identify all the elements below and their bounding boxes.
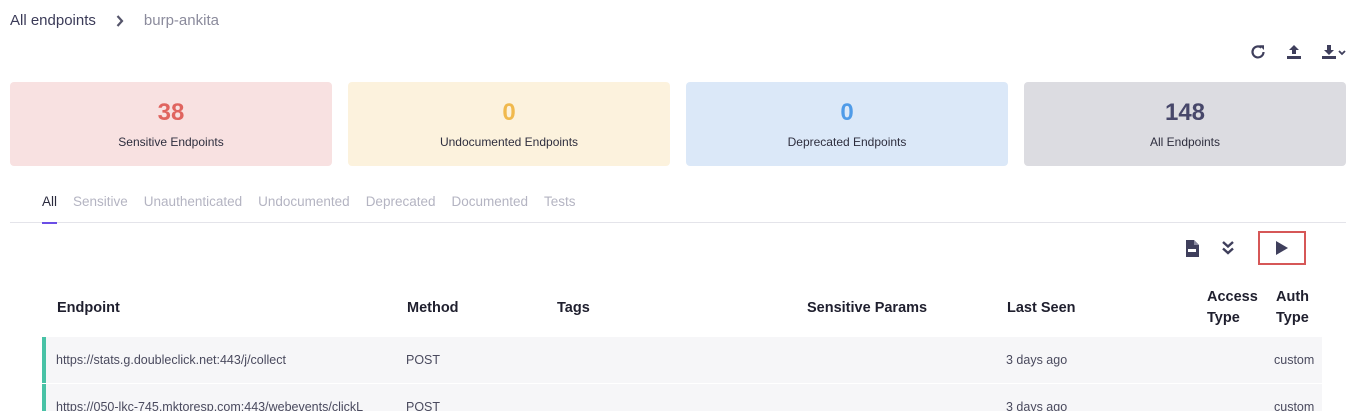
all-endpoints-count: 148 bbox=[1164, 99, 1206, 126]
run-tests-button[interactable] bbox=[1258, 231, 1306, 265]
endpoint-filter-tabs: All Sensitive Unauthenticated Undocument… bbox=[10, 194, 1346, 224]
table-row[interactable]: https://050-lkc-745.mktoresp.com:443/web… bbox=[42, 384, 1322, 411]
endpoint-url[interactable]: https://050-lkc-745.mktoresp.com:443/web… bbox=[56, 384, 396, 411]
endpoint-method: POST bbox=[406, 400, 441, 411]
column-header-auth-type[interactable]: Auth Type bbox=[1276, 280, 1322, 336]
api-collection-page: All endpoints burp-ankita 38 Sensitive E… bbox=[0, 0, 1358, 411]
endpoint-auth-type: custom bbox=[1274, 400, 1315, 411]
summary-cards: 38 Sensitive Endpoints 0 Undocumented En… bbox=[10, 82, 1346, 166]
column-header-tags[interactable]: Tags bbox=[557, 280, 590, 336]
endpoints-table-header: Endpoint Method Tags Sensitive Params La… bbox=[42, 280, 1322, 336]
column-header-method[interactable]: Method bbox=[407, 280, 459, 336]
tab-sensitive[interactable]: Sensitive bbox=[73, 194, 128, 223]
endpoint-last-seen: 3 days ago bbox=[1006, 400, 1068, 411]
breadcrumb: All endpoints burp-ankita bbox=[10, 12, 219, 29]
chevron-right-icon bbox=[116, 14, 124, 27]
tab-tests[interactable]: Tests bbox=[544, 194, 576, 223]
column-header-last-seen[interactable]: Last Seen bbox=[1007, 280, 1076, 336]
breadcrumb-all-endpoints[interactable]: All endpoints bbox=[10, 12, 96, 29]
undocumented-endpoints-label: Undocumented Endpoints bbox=[439, 135, 579, 149]
endpoint-auth-type: custom bbox=[1274, 353, 1315, 367]
tab-deprecated[interactable]: Deprecated bbox=[366, 194, 436, 223]
tab-documented[interactable]: Documented bbox=[451, 194, 528, 223]
sensitive-endpoints-label: Sensitive Endpoints bbox=[118, 135, 224, 149]
deprecated-endpoints-card[interactable]: 0 Deprecated Endpoints bbox=[686, 82, 1008, 166]
tab-unauthenticated[interactable]: Unauthenticated bbox=[144, 194, 242, 223]
undocumented-endpoints-count: 0 bbox=[502, 99, 516, 126]
collapse-all-icon[interactable] bbox=[1216, 234, 1240, 262]
refresh-icon[interactable] bbox=[1248, 42, 1268, 62]
endpoint-method: POST bbox=[406, 353, 441, 367]
endpoint-last-seen: 3 days ago bbox=[1006, 353, 1068, 367]
all-endpoints-label: All Endpoints bbox=[1149, 135, 1221, 149]
all-endpoints-card[interactable]: 148 All Endpoints bbox=[1024, 82, 1346, 166]
column-header-access-type[interactable]: Access Type bbox=[1207, 280, 1269, 336]
breadcrumb-current-collection: burp-ankita bbox=[143, 12, 219, 29]
column-header-sensitive-params[interactable]: Sensitive Params bbox=[807, 280, 927, 336]
undocumented-endpoints-card[interactable]: 0 Undocumented Endpoints bbox=[348, 82, 670, 166]
column-header-endpoint[interactable]: Endpoint bbox=[57, 280, 120, 336]
download-icon[interactable] bbox=[1320, 42, 1348, 62]
csv-file-icon[interactable] bbox=[1180, 234, 1204, 262]
sensitive-endpoints-card[interactable]: 38 Sensitive Endpoints bbox=[10, 82, 332, 166]
tab-all[interactable]: All bbox=[42, 194, 58, 224]
play-icon bbox=[1275, 240, 1289, 256]
sensitive-endpoints-count: 38 bbox=[157, 99, 185, 126]
table-toolbar bbox=[1168, 231, 1306, 265]
upload-icon[interactable] bbox=[1284, 42, 1304, 62]
collection-actions bbox=[1248, 42, 1348, 62]
deprecated-endpoints-label: Deprecated Endpoints bbox=[787, 135, 907, 149]
deprecated-endpoints-count: 0 bbox=[840, 99, 854, 126]
tab-undocumented[interactable]: Undocumented bbox=[258, 194, 350, 223]
endpoint-url[interactable]: https://stats.g.doubleclick.net:443/j/co… bbox=[56, 337, 396, 383]
table-row[interactable]: https://stats.g.doubleclick.net:443/j/co… bbox=[42, 337, 1322, 383]
